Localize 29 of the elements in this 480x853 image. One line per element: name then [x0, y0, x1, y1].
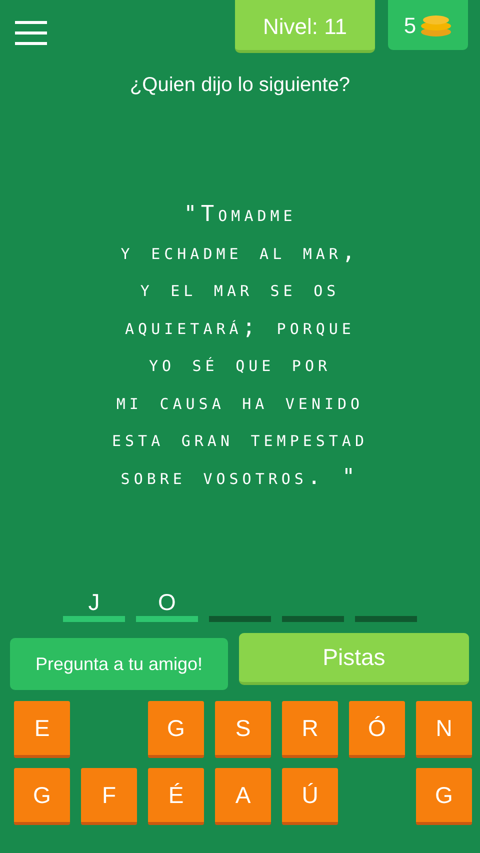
hints-button[interactable]: Pistas	[239, 633, 469, 685]
letter-tile[interactable]: Ó	[349, 701, 405, 758]
quote-line: esta gran tempestad	[112, 426, 368, 454]
level-button[interactable]: Nivel: 11	[235, 0, 375, 53]
letter-tile[interactable]: É	[148, 768, 204, 825]
quote-line: sobre vosotros. "	[120, 464, 360, 492]
coins-button[interactable]: 5	[388, 0, 468, 50]
menu-icon[interactable]	[15, 20, 47, 46]
quote-line: aquietará; porque	[125, 314, 355, 342]
letter-tile[interactable]: Ú	[282, 768, 338, 825]
answer-letter: J	[88, 588, 100, 616]
quote-line: y el mar se os	[140, 276, 340, 304]
letter-tile[interactable]: G	[148, 701, 204, 758]
letter-tile[interactable]: G	[14, 768, 70, 825]
letter-tile[interactable]: N	[416, 701, 472, 758]
answer-letter: O	[158, 588, 176, 616]
question-text: ¿Quien dijo lo siguiente?	[128, 74, 352, 98]
letter-tile[interactable]: G	[416, 768, 472, 825]
letter-tile[interactable]: A	[215, 768, 271, 825]
ask-friend-button[interactable]: Pregunta a tu amigo!	[10, 638, 228, 690]
coins-icon	[420, 15, 452, 37]
letter-tile[interactable]: S	[215, 701, 271, 758]
quote-line: mi causa ha venido	[116, 388, 364, 416]
quote-line: yo sé que por	[148, 351, 332, 379]
letter-tile[interactable]: R	[282, 701, 338, 758]
quote-line: y echadme al mar,	[120, 238, 360, 266]
quote-line: "Tomadme	[184, 201, 296, 229]
letter-tile[interactable]: F	[81, 768, 137, 825]
letter-tile[interactable]: E	[14, 701, 70, 758]
